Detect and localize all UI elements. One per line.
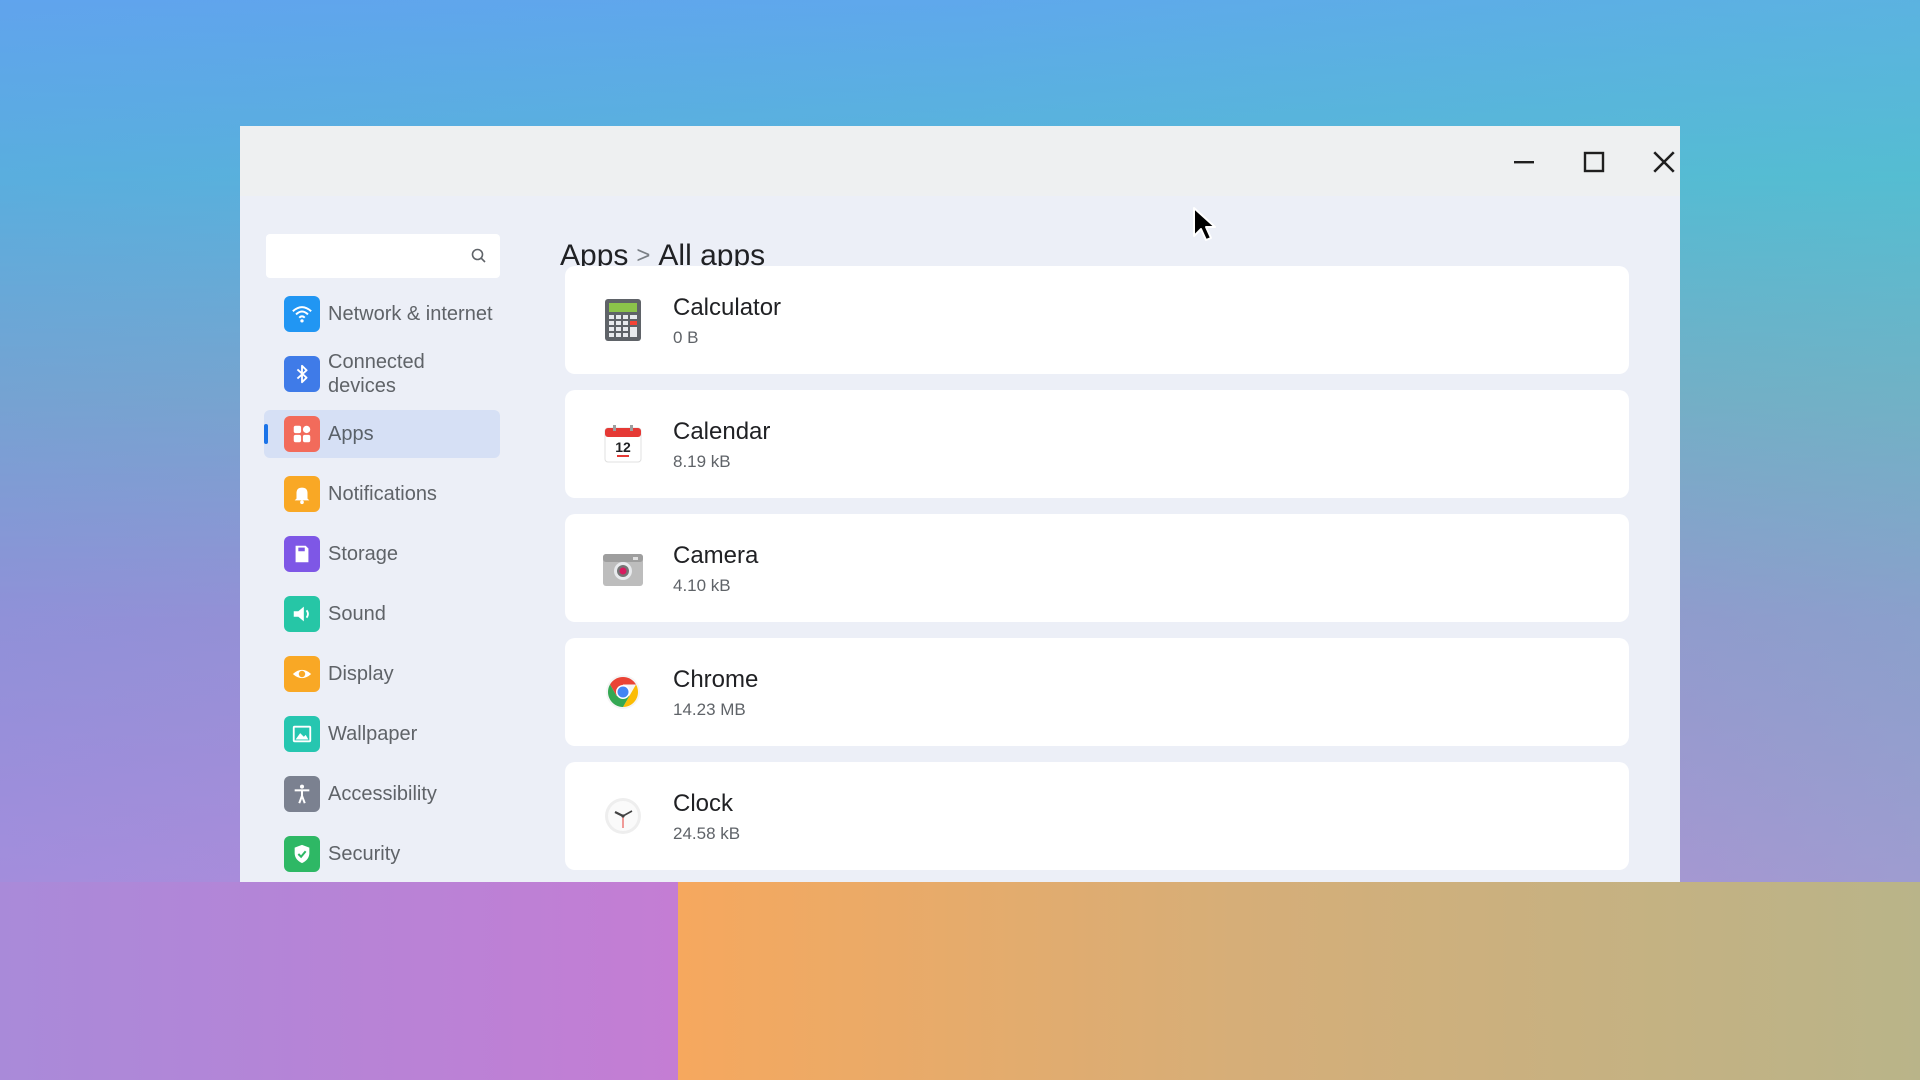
close-icon: [1653, 151, 1675, 173]
sidebar-item-label: Connected devices: [328, 351, 425, 397]
app-size: 24.58 kB: [673, 824, 741, 843]
accessibility-icon: [284, 776, 320, 812]
eye-icon: [284, 656, 320, 692]
sidebar-item-label: Accessibility: [328, 783, 437, 805]
sidebar-item-apps[interactable]: Apps: [264, 410, 500, 458]
minimize-button[interactable]: [1502, 140, 1546, 184]
camera-icon: [603, 548, 643, 588]
app-size: 8.19 kB: [673, 452, 731, 471]
sidebar-item-label: Display: [328, 663, 394, 685]
app-name: Clock: [673, 790, 734, 817]
desktop-wallpaper-bottom-left: [0, 882, 678, 1080]
search-icon[interactable]: [470, 247, 488, 265]
desktop-wallpaper-bottom-right: [678, 882, 1920, 1080]
close-button[interactable]: [1642, 140, 1680, 184]
sidebar-item-connected-devices[interactable]: Connected devices: [264, 350, 500, 398]
sidebar-item-display[interactable]: Display: [264, 650, 500, 698]
mouse-cursor-icon: [1193, 207, 1216, 241]
search-input[interactable]: [278, 242, 458, 270]
app-item-clock[interactable]: Clock 24.58 kB: [565, 762, 1629, 870]
app-name: Camera: [673, 542, 759, 569]
maximize-button[interactable]: [1572, 140, 1616, 184]
title-bar[interactable]: [240, 126, 1680, 196]
sidebar-item-label: Apps: [328, 423, 374, 445]
app-item-camera[interactable]: Camera 4.10 kB: [565, 514, 1629, 622]
sidebar-item-sound[interactable]: Sound: [264, 590, 500, 638]
app-size: 4.10 kB: [673, 576, 731, 595]
search-box[interactable]: [266, 234, 500, 278]
image-icon: [284, 716, 320, 752]
sidebar-item-security[interactable]: Security: [264, 830, 500, 878]
svg-text:12: 12: [615, 439, 631, 455]
app-name: Calculator: [673, 294, 782, 321]
chrome-icon: [603, 672, 643, 712]
clock-icon: [603, 796, 643, 836]
sidebar-item-network[interactable]: Network & internet: [264, 290, 500, 338]
maximize-icon: [1583, 151, 1605, 173]
sidebar-item-label: Storage: [328, 543, 399, 565]
sidebar-item-label: Sound: [328, 603, 386, 625]
sidebar-item-label: Wallpaper: [328, 723, 418, 745]
sidebar-item-storage[interactable]: Storage: [264, 530, 500, 578]
bell-icon: [284, 476, 320, 512]
shield-check-icon: [284, 836, 320, 872]
sidebar-item-label: Notifications: [328, 483, 437, 505]
app-item-calculator[interactable]: Calculator 0 B: [565, 266, 1629, 374]
sidebar-item-accessibility[interactable]: Accessibility: [264, 770, 500, 818]
settings-window: Network & internet Connected devices App: [240, 126, 1680, 882]
storage-icon: [284, 536, 320, 572]
calendar-icon: 12: [603, 424, 643, 464]
app-name: Chrome: [673, 666, 759, 693]
app-item-chrome[interactable]: Chrome 14.23 MB: [565, 638, 1629, 746]
app-size: 0 B: [673, 328, 699, 347]
sidebar-item-notifications[interactable]: Notifications: [264, 470, 500, 518]
minimize-icon: [1514, 161, 1534, 164]
apps-icon: [284, 416, 320, 452]
active-indicator: [264, 424, 268, 444]
app-name: Calendar: [673, 418, 771, 445]
app-item-calendar[interactable]: 12 Calendar 8.19 kB: [565, 390, 1629, 498]
wifi-icon: [284, 296, 320, 332]
speaker-icon: [284, 596, 320, 632]
sidebar-item-label: Security: [328, 843, 401, 865]
sidebar-item-wallpaper[interactable]: Wallpaper: [264, 710, 500, 758]
bluetooth-icon: [284, 356, 320, 392]
sidebar-item-label: Network & internet: [328, 303, 493, 325]
app-size: 14.23 MB: [673, 700, 746, 719]
calculator-icon: [603, 299, 643, 341]
